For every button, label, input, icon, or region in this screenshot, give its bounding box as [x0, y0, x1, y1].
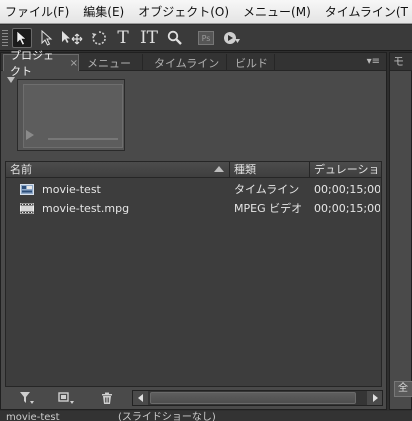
row-name: movie-test.mpg: [42, 202, 130, 215]
tab-menu[interactable]: メニュー: [81, 54, 143, 71]
list-header: 名前 種類 デュレーション: [6, 162, 381, 178]
menu-timeline[interactable]: タイムライン(T: [325, 3, 408, 20]
side-panel: モ 全: [389, 52, 412, 410]
scroll-right-button[interactable]: [367, 391, 382, 405]
scroll-thumb[interactable]: [150, 392, 356, 404]
row-type: タイムライン: [234, 183, 300, 196]
row-name: movie-test: [42, 183, 101, 196]
ps-icon: Ps: [198, 31, 214, 45]
arrow-icon: [16, 30, 27, 46]
close-icon[interactable]: ×: [70, 58, 78, 69]
timeline-strip-item[interactable]: movie-test: [6, 412, 60, 421]
tab-project-label: プロジェクト: [10, 49, 54, 78]
direct-selection-tool-button[interactable]: [38, 28, 56, 48]
menu-file[interactable]: ファイル(F): [5, 3, 69, 20]
delete-button[interactable]: [99, 391, 115, 405]
trash-icon: [102, 392, 112, 404]
menu-object[interactable]: オブジェクト(O): [138, 3, 229, 20]
funnel-icon: [20, 391, 34, 404]
side-panel-tab[interactable]: モ: [390, 53, 412, 71]
selection-tool-button[interactable]: [12, 28, 32, 48]
timeline-icon: [20, 184, 34, 195]
sort-ascending-icon[interactable]: [214, 166, 224, 172]
text-icon: T: [117, 28, 129, 48]
toolbar-grip[interactable]: [2, 30, 8, 46]
video-file-icon: [20, 203, 34, 214]
column-type[interactable]: 種類: [230, 162, 310, 178]
tab-timeline[interactable]: タイムライン: [145, 54, 227, 71]
rotate-tool-button[interactable]: [90, 28, 108, 48]
magnifier-icon: [167, 30, 182, 45]
timeline-strip: movie-test (スライドショーなし): [0, 411, 412, 421]
tab-build-label: ビルド: [235, 56, 268, 70]
zoom-tool-button[interactable]: [166, 28, 184, 48]
photoshop-button[interactable]: Ps: [196, 28, 216, 48]
preview-button[interactable]: [222, 28, 242, 48]
hollow-arrow-icon: [41, 30, 53, 46]
panel-menu-icon[interactable]: ▾≡: [367, 56, 380, 67]
menu-bar: ファイル(F) 編集(E) オブジェクト(O) メニュー(M) タイムライン(T: [0, 0, 412, 24]
move-arrow-icon: [62, 31, 83, 45]
list-item[interactable]: movie-test タイムライン 00;00;15;00: [6, 180, 381, 199]
asset-list: 名前 種類 デュレーション movie-test タイムライン 00;00;15…: [5, 161, 382, 387]
tab-menu-label: メニュー: [87, 56, 131, 70]
panel-footer: [1, 387, 386, 409]
new-item-icon: [58, 391, 74, 404]
tab-project[interactable]: プロジェクト ×: [3, 49, 79, 78]
vertical-text-tool-button[interactable]: IT: [138, 28, 160, 48]
menu-edit[interactable]: 編集(E): [83, 3, 124, 20]
move-tool-button[interactable]: [60, 28, 86, 48]
row-duration: 00;00;15;00: [314, 183, 380, 196]
list-item[interactable]: movie-test.mpg MPEG ビデオ 00;00;15;00: [6, 199, 381, 218]
column-name[interactable]: 名前: [6, 162, 230, 178]
arrow-right-icon: [372, 394, 378, 402]
panel-tab-row: プロジェクト × メニュー タイムライン ビルド ▾≡: [1, 49, 386, 78]
project-panel: プロジェクト × メニュー タイムライン ビルド ▾≡ 名前 種類 デュレーショ…: [0, 49, 387, 410]
thumbnail-progress: [48, 138, 118, 140]
menu-menu[interactable]: メニュー(M): [243, 3, 311, 20]
collapse-triangle-icon[interactable]: [7, 77, 15, 83]
preview-icon: [224, 32, 240, 44]
column-duration[interactable]: デュレーション: [310, 162, 381, 178]
new-item-button[interactable]: [57, 391, 75, 405]
row-type: MPEG ビデオ: [234, 202, 303, 215]
row-duration: 00;00;15;00: [314, 202, 380, 215]
tab-timeline-label: タイムライン: [154, 56, 220, 70]
side-panel-button[interactable]: 全: [394, 381, 412, 397]
filter-button[interactable]: [19, 391, 35, 405]
play-icon[interactable]: [26, 130, 34, 140]
tab-build[interactable]: ビルド: [229, 54, 275, 71]
arrow-left-icon: [137, 394, 143, 402]
horizontal-scrollbar[interactable]: [132, 390, 383, 406]
scroll-left-button[interactable]: [133, 391, 148, 405]
slideshow-label: (スライドショーなし): [118, 412, 216, 421]
preview-thumbnail: [17, 79, 125, 151]
text-tool-button[interactable]: T: [114, 28, 132, 48]
vertical-text-icon: IT: [139, 28, 159, 48]
rotate-icon: [92, 31, 106, 45]
